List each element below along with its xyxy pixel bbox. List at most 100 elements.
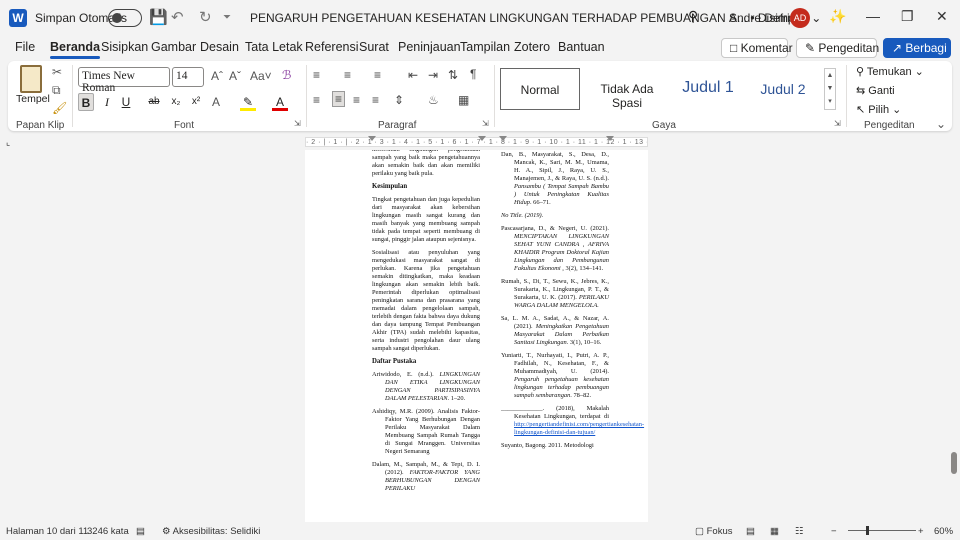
- vertical-scrollbar[interactable]: [950, 150, 958, 522]
- change-case-icon[interactable]: Aa˅: [250, 69, 272, 83]
- text-effects-icon[interactable]: A: [208, 93, 224, 111]
- font-dialog-launcher-icon[interactable]: ⇲: [294, 119, 301, 128]
- minimize-icon[interactable]: —: [866, 8, 880, 24]
- tab-design[interactable]: Desain: [200, 40, 239, 54]
- designer-icon[interactable]: ✨: [829, 8, 846, 25]
- avatar[interactable]: AD: [790, 8, 810, 28]
- subscript-button[interactable]: x₂: [168, 93, 184, 111]
- page-count[interactable]: Halaman 10 dari 11: [6, 526, 88, 537]
- align-center-icon[interactable]: ≡: [332, 91, 346, 107]
- close-icon[interactable]: ✕: [936, 8, 948, 25]
- style-heading-1[interactable]: Judul 1: [672, 68, 744, 110]
- indent-marker[interactable]: [499, 136, 507, 141]
- indent-marker[interactable]: [368, 136, 376, 141]
- text-column-right: Dan, B., Masyarakat, S., Desa, D., Manca…: [501, 151, 644, 455]
- zoom-out-icon[interactable]: −: [831, 526, 837, 537]
- paragraph-dialog-launcher-icon[interactable]: ⇲: [482, 119, 489, 128]
- style-no-spacing[interactable]: Tidak Ada Spasi: [584, 68, 670, 110]
- align-left-icon[interactable]: ≡: [313, 93, 320, 107]
- web-layout-icon[interactable]: ☷: [795, 526, 804, 537]
- grow-font-icon[interactable]: Aˆ: [211, 69, 223, 83]
- sort-icon[interactable]: ⇅: [448, 68, 458, 82]
- highlight-icon[interactable]: ✎: [240, 93, 256, 111]
- styles-gallery-scroll[interactable]: ▲ ▼ ▾: [824, 68, 836, 110]
- autosave-toggle[interactable]: [108, 9, 142, 27]
- replace-button[interactable]: ⇆ Ganti: [856, 84, 895, 97]
- align-right-icon[interactable]: ≡: [353, 93, 360, 107]
- tab-insert[interactable]: Sisipkan: [101, 40, 148, 54]
- tab-help[interactable]: Bantuan: [558, 40, 605, 54]
- style-heading-2[interactable]: Judul 2: [746, 68, 820, 110]
- save-icon[interactable]: 💾: [149, 8, 168, 26]
- tab-file[interactable]: File: [15, 40, 35, 54]
- style-normal[interactable]: Normal: [500, 68, 580, 110]
- tab-zotero[interactable]: Zotero: [514, 40, 550, 54]
- multilevel-list-icon[interactable]: ≡: [374, 68, 381, 82]
- copy-icon[interactable]: ⧉: [52, 83, 61, 98]
- horizontal-ruler[interactable]: · 2 · | · 1 · | · 2 · 1 · 3 · 1 · 4 · 1 …: [305, 137, 648, 147]
- proofing-icon[interactable]: ▤: [136, 526, 145, 537]
- customize-qat-icon[interactable]: ⏷: [223, 12, 231, 23]
- focus-button[interactable]: ▢ Fokus: [695, 526, 733, 537]
- tab-review[interactable]: Peninjauan: [398, 40, 461, 54]
- show-formatting-icon[interactable]: ¶: [470, 67, 476, 81]
- zoom-level[interactable]: 60%: [934, 526, 953, 537]
- shrink-font-icon[interactable]: Aˇ: [229, 69, 241, 83]
- zoom-in-icon[interactable]: +: [918, 526, 924, 537]
- undo-icon[interactable]: ↶: [171, 8, 184, 26]
- bullets-icon[interactable]: ≡: [313, 68, 320, 82]
- comment-button[interactable]: □ Komentar: [721, 38, 793, 58]
- superscript-button[interactable]: x²: [188, 93, 204, 111]
- scrollbar-thumb[interactable]: [951, 452, 957, 474]
- indent-marker[interactable]: [606, 136, 614, 141]
- tab-view[interactable]: Tampilan: [460, 40, 510, 54]
- tab-mailings[interactable]: Surat: [359, 40, 389, 54]
- bold-button[interactable]: B: [78, 93, 94, 111]
- paste-icon[interactable]: [20, 65, 42, 93]
- font-name-select[interactable]: Times New Roman: [78, 67, 170, 94]
- reference-entry: Ashidiqy, M.R. (2009). Analisis Faktor-F…: [372, 408, 480, 455]
- editing-mode-button[interactable]: ✎ Pengeditan: [796, 38, 879, 58]
- styles-dialog-launcher-icon[interactable]: ⇲: [834, 119, 841, 128]
- reference-entry: Dan, B., Masyarakat, S., Desa, D., Manca…: [501, 151, 609, 206]
- read-mode-icon[interactable]: ▤: [746, 526, 755, 537]
- increase-indent-icon[interactable]: ⇥: [428, 68, 438, 82]
- accessibility-status[interactable]: ⚙ Aksesibilitas: Selidiki: [162, 526, 260, 537]
- font-size-select[interactable]: 14: [172, 67, 204, 87]
- tab-selector-icon[interactable]: ⌞: [6, 137, 10, 148]
- tab-draw[interactable]: Gambar: [151, 40, 196, 54]
- print-layout-icon[interactable]: ▦: [770, 526, 779, 537]
- paste-button[interactable]: Tempel: [16, 93, 50, 105]
- paragraph-group-label: Paragraf: [378, 120, 417, 131]
- borders-icon[interactable]: ▦: [458, 93, 469, 107]
- reference-link[interactable]: http://pengertiandefinisi.com/pengertian…: [514, 421, 644, 436]
- strikethrough-button[interactable]: ab: [146, 93, 162, 111]
- redo-icon[interactable]: ↻: [199, 8, 212, 26]
- font-color-icon[interactable]: A: [272, 93, 288, 111]
- search-icon[interactable]: ⚲: [688, 8, 698, 25]
- restore-icon[interactable]: ❐: [901, 8, 914, 25]
- tab-references[interactable]: Referensi: [305, 40, 359, 54]
- format-painter-icon[interactable]: 🖌: [52, 101, 67, 115]
- line-spacing-icon[interactable]: ⇕: [394, 93, 404, 107]
- share-button[interactable]: ↗ Berbagi: [883, 38, 951, 58]
- find-button[interactable]: ⚲ Temukan ⌄: [856, 65, 924, 78]
- word-count[interactable]: 3246 kata: [87, 526, 129, 537]
- decrease-indent-icon[interactable]: ⇤: [408, 68, 418, 82]
- cut-icon[interactable]: ✂: [52, 65, 62, 79]
- tab-layout[interactable]: Tata Letak: [245, 40, 303, 54]
- shading-icon[interactable]: ♨: [428, 93, 439, 107]
- clipboard-group-label: Papan Klip: [16, 120, 65, 131]
- italic-button[interactable]: I: [99, 93, 115, 111]
- zoom-slider-thumb[interactable]: [866, 526, 869, 535]
- numbering-icon[interactable]: ≡: [344, 68, 351, 82]
- underline-button[interactable]: U: [118, 93, 134, 111]
- zoom-slider[interactable]: [848, 530, 916, 531]
- justify-icon[interactable]: ≡: [372, 93, 379, 107]
- indent-marker[interactable]: [478, 136, 486, 141]
- tab-home[interactable]: Beranda: [50, 40, 101, 59]
- document-page[interactable]: kebersihan lingkungan pengetahuan sampah…: [305, 150, 648, 522]
- select-button[interactable]: ↖ Pilih ⌄: [856, 103, 901, 116]
- collapse-ribbon-icon[interactable]: ⌄: [936, 117, 946, 131]
- clear-formatting-icon[interactable]: ℬ: [282, 68, 291, 82]
